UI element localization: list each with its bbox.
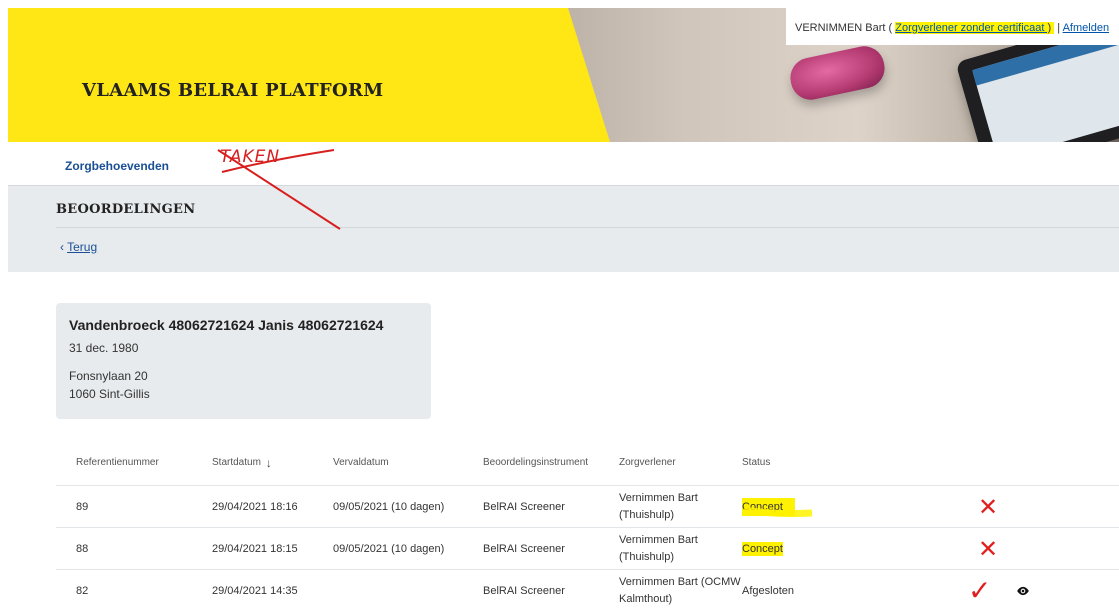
sort-down-icon: ↓ (265, 455, 272, 470)
cross-mark-icon: ✕ (978, 492, 999, 521)
cell-reference: 88 (76, 542, 89, 555)
cell-status: Afgesloten (742, 584, 794, 597)
cross-mark-icon: ✕ (978, 534, 999, 563)
nav-item-taken-annotation: TAKEN (220, 147, 281, 167)
cell-status: Concept (742, 528, 862, 569)
eye-icon[interactable] (1016, 584, 1030, 598)
column-header-instrument[interactable]: Beoordelingsinstrument (483, 440, 613, 485)
cell-instrument: BelRAI Screener (483, 500, 565, 513)
cell-reference: 82 (76, 584, 89, 597)
cell-start: 29/04/2021 18:16 (212, 500, 298, 513)
main-nav: Zorgbehoevenden TAKEN (8, 142, 1119, 186)
assessments-table: Referentienummer Startdatum ↓ Vervaldatu… (56, 440, 1119, 610)
column-header-start[interactable]: Startdatum ↓ (212, 440, 342, 485)
patient-address-street: Fonsnylaan 20 (69, 369, 148, 383)
table-row[interactable]: 88 29/04/2021 18:15 09/05/2021 (10 dagen… (56, 528, 1119, 570)
cell-expiry: 09/05/2021 (10 dagen) (333, 500, 445, 513)
nav-item-zorgbehoevenden[interactable]: Zorgbehoevenden (65, 159, 169, 173)
chevron-left-icon: ‹ (60, 240, 64, 254)
page-title: BEOORDELINGEN (56, 202, 196, 217)
column-header-caregiver[interactable]: Zorgverlener (619, 440, 741, 485)
page-header-band: BEOORDELINGEN ‹ Terug (8, 186, 1119, 272)
user-bar: VERNIMMEN Bart ( Zorgverlener zonder cer… (786, 8, 1119, 45)
cell-caregiver: Vernimmen Bart (OCMW Kalmthout) (619, 575, 741, 605)
back-link[interactable]: ‹ Terug (60, 240, 97, 254)
phone-image (786, 42, 889, 104)
user-name: VERNIMMEN Bart (795, 22, 886, 34)
column-header-expiry[interactable]: Vervaldatum (333, 440, 478, 485)
column-header-reference[interactable]: Referentienummer (76, 440, 206, 485)
cell-caregiver: Vernimmen Bart (Thuishulp) (619, 491, 698, 521)
table-row[interactable]: 89 29/04/2021 18:16 09/05/2021 (10 dagen… (56, 486, 1119, 528)
cell-expiry: 09/05/2021 (10 dagen) (333, 542, 445, 555)
patient-name: Vandenbroeck 48062721624 Janis 480627216… (69, 317, 384, 333)
cell-expiry (333, 570, 478, 610)
cell-instrument: BelRAI Screener (483, 542, 565, 555)
brand-title: VLAAMS BELRAI PLATFORM (82, 80, 384, 101)
role-link[interactable]: Zorgverlener zonder certificaat (895, 22, 1048, 34)
cell-start: 29/04/2021 18:15 (212, 542, 298, 555)
cell-status: Concept (742, 486, 862, 527)
divider (56, 227, 1119, 228)
table-row[interactable]: 82 29/04/2021 14:35 BelRAI Screener Vern… (56, 570, 1119, 610)
patient-address-city: 1060 Sint-Gillis (69, 387, 150, 401)
cell-reference: 89 (76, 500, 89, 513)
table-header-row: Referentienummer Startdatum ↓ Vervaldatu… (56, 440, 1119, 486)
cell-instrument: BelRAI Screener (483, 584, 565, 597)
back-link-label: Terug (67, 240, 98, 254)
column-header-status[interactable]: Status (742, 440, 862, 485)
cell-start: 29/04/2021 14:35 (212, 584, 298, 597)
status-badge: Concept (742, 541, 783, 556)
logout-link[interactable]: Afmelden (1063, 22, 1109, 34)
cell-caregiver: Vernimmen Bart (Thuishulp) (619, 533, 698, 563)
patient-card: Vandenbroeck 48062721624 Janis 480627216… (56, 303, 431, 419)
check-mark-icon: ✓ (968, 574, 992, 607)
patient-birth-date: 31 dec. 1980 (69, 341, 139, 355)
status-badge: Concept (742, 497, 795, 516)
